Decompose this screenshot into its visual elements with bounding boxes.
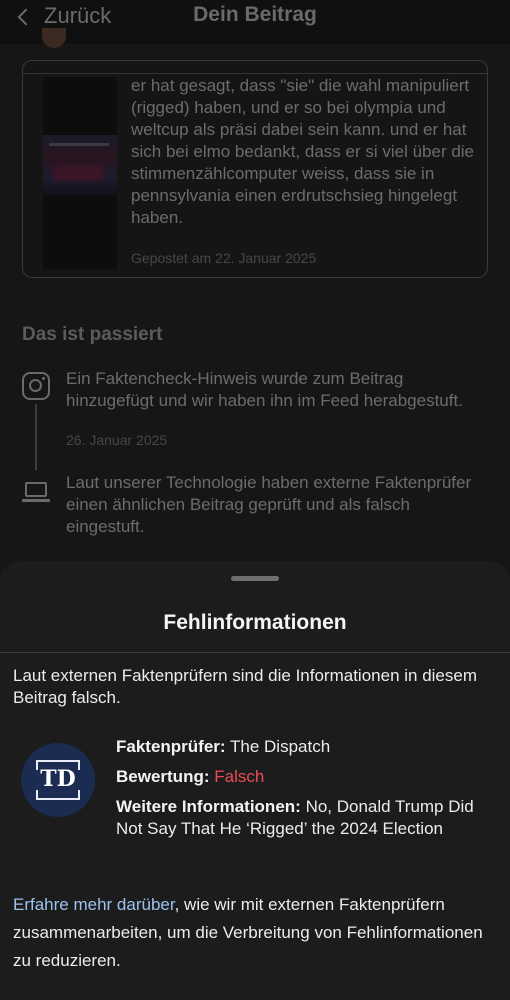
timeline-connector xyxy=(35,404,37,470)
post-text: er hat gesagt, dass "sie" die wahl manip… xyxy=(131,76,475,227)
post-thumbnail[interactable] xyxy=(43,77,117,269)
rating-row: Bewertung: Falsch xyxy=(116,766,496,788)
learn-more-link[interactable]: Erfahre mehr darüber xyxy=(13,895,175,914)
checker-row: Faktenprüfer: The Dispatch xyxy=(116,736,496,758)
post-date: Gepostet am 22. Januar 2025 xyxy=(131,250,317,266)
misinformation-sheet: Fehlinformationen Laut externen Faktenpr… xyxy=(0,561,510,1000)
laptop-icon xyxy=(22,480,50,508)
sheet-drag-handle[interactable] xyxy=(231,576,279,581)
sheet-title: Fehlinformationen xyxy=(163,611,347,634)
sheet-intro-text: Laut externen Faktenprüfern sind die Inf… xyxy=(13,666,477,707)
divider xyxy=(23,73,487,74)
more-info-row: Weitere Informationen: No, Donald Trump … xyxy=(116,796,496,840)
instagram-icon xyxy=(22,372,50,400)
top-bar: Zurück Dein Beitrag xyxy=(0,0,510,44)
post-card[interactable]: er hat gesagt, dass "sie" die wahl manip… xyxy=(22,60,488,278)
checker-value: The Dispatch xyxy=(230,737,331,756)
divider xyxy=(0,652,510,653)
timeline-item-date: 26. Januar 2025 xyxy=(66,432,168,448)
thumbnail-image xyxy=(43,135,117,195)
fact-check-details: Faktenprüfer: The Dispatch Bewertung: Fa… xyxy=(116,736,496,848)
sheet-footer-text: Erfahre mehr darüber, wie wir mit extern… xyxy=(13,891,503,975)
rating-value: Falsch xyxy=(214,767,265,786)
page-title: Dein Beitrag xyxy=(193,3,317,26)
more-info-label: Weitere Informationen: xyxy=(116,797,301,816)
checker-label: Faktenprüfer: xyxy=(116,737,226,756)
timeline-item-text: Ein Faktencheck-Hinweis wurde zum Beitra… xyxy=(66,369,463,410)
fact-checker-logo: TD xyxy=(21,743,95,817)
logo-letters: TD xyxy=(40,766,76,792)
timeline-title: Das ist passiert xyxy=(22,324,163,345)
avatar xyxy=(42,28,66,48)
timeline-item-text: Laut unserer Technologie haben externe F… xyxy=(66,473,472,536)
rating-label: Bewertung: xyxy=(116,767,210,786)
